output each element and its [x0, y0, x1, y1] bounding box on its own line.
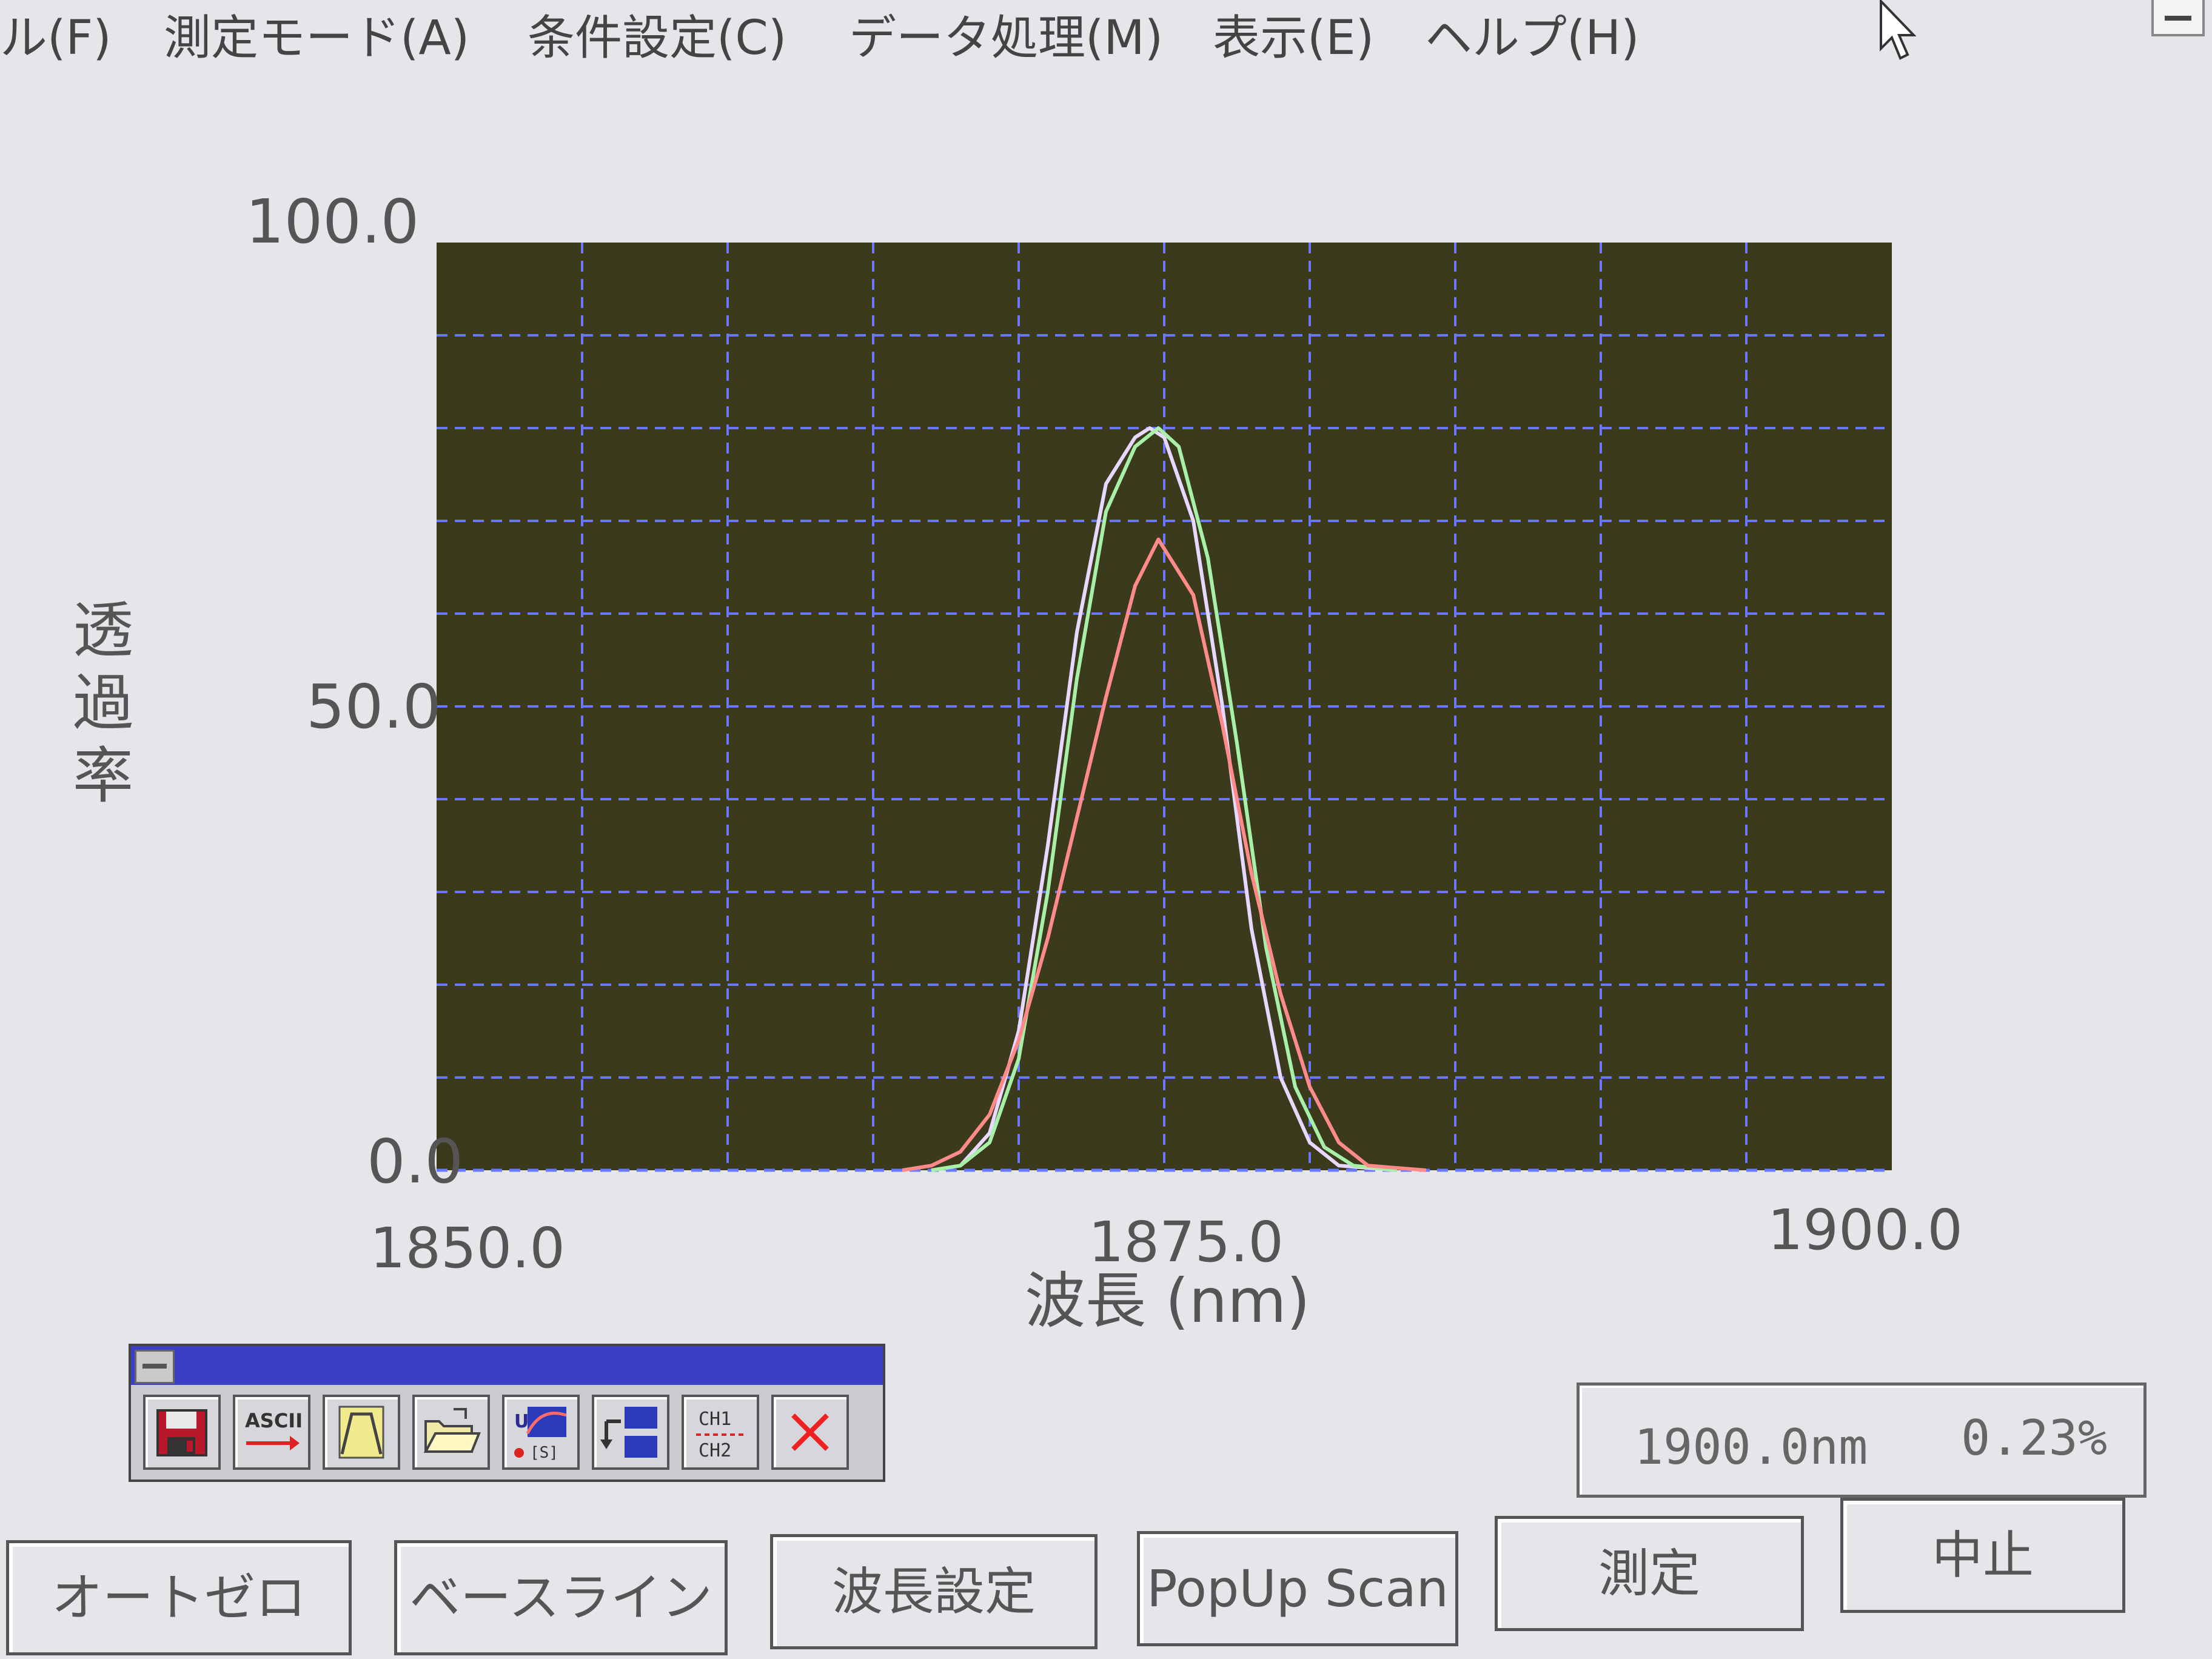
open-folder-icon — [423, 1408, 481, 1453]
menu-measure-mode[interactable]: 測定モード(A) — [164, 0, 469, 68]
series-line-3 — [902, 537, 1427, 1172]
y-tick-label-0: 0.0 — [367, 1126, 463, 1197]
svg-text:U: U — [514, 1411, 529, 1432]
wavelength-setting-button[interactable]: 波長設定 — [770, 1534, 1098, 1649]
autozero-button[interactable]: オートゼロ — [6, 1540, 352, 1655]
y-axis-label: 透過率 — [67, 594, 139, 813]
channel-swap-icon — [600, 1407, 657, 1458]
menu-conditions[interactable]: 条件設定(C) — [528, 0, 786, 68]
y-tick-label-50: 50.0 — [306, 671, 441, 742]
toolbar-window-titlebar[interactable] — [131, 1346, 883, 1385]
ch2-label: CH2 — [699, 1440, 731, 1461]
minimize-button[interactable] — [2151, 0, 2205, 36]
ascii-label: ASCII — [245, 1409, 302, 1432]
toolbar-system-menu-button[interactable] — [135, 1350, 175, 1384]
x-tick-label-1850: 1850.0 — [370, 1216, 565, 1281]
spectrum-button[interactable]: U [S] — [502, 1395, 580, 1470]
status-transmittance: 0.23% — [1961, 1410, 2107, 1466]
menu-file[interactable]: ル(F) — [0, 0, 112, 68]
menu-help[interactable]: ヘルプ(H) — [1425, 0, 1640, 68]
plot-area — [437, 243, 1892, 1170]
ascii-export-icon: ASCII — [245, 1409, 302, 1450]
y-axis-label-text: 透過率 — [73, 595, 133, 811]
spectrum-label: [S] — [530, 1444, 558, 1461]
save-icon — [156, 1409, 207, 1456]
clear-button[interactable] — [771, 1395, 849, 1470]
mouse-cursor-icon — [1880, 0, 1916, 60]
channel-toggle-icon: CH1 CH2 — [696, 1409, 745, 1461]
x-tick-label-1875: 1875.0 — [1088, 1210, 1284, 1275]
spectrum-icon: U [S] — [514, 1407, 567, 1461]
series-line-2 — [931, 426, 1398, 1172]
stop-button[interactable]: 中止 — [1840, 1498, 2125, 1613]
grid-horizontal — [437, 334, 1892, 1172]
close-icon — [791, 1413, 829, 1451]
channel-toggle-button[interactable]: CH1 CH2 — [682, 1395, 759, 1470]
toolbar-window: ASCII U [S] CH1 CH2 — [129, 1344, 885, 1482]
open-file-button[interactable] — [412, 1395, 490, 1470]
channel-swap-button[interactable] — [592, 1395, 669, 1470]
ascii-export-button[interactable]: ASCII — [233, 1395, 310, 1470]
popup-scan-button[interactable]: PopUp Scan — [1137, 1531, 1458, 1646]
status-wavelength: 1900.0nm — [1634, 1419, 1868, 1475]
menu-data-processing[interactable]: データ処理(M) — [849, 0, 1163, 68]
series-group — [902, 426, 1427, 1172]
ch1-label: CH1 — [699, 1409, 731, 1430]
measure-button[interactable]: 測定 — [1495, 1516, 1804, 1631]
peak-icon — [338, 1406, 384, 1459]
baseline-button[interactable]: ベースライン — [394, 1540, 728, 1655]
menu-bar: ル(F) 測定モード(A) 条件設定(C) データ処理(M) 表示(E) ヘルプ… — [0, 0, 2212, 79]
y-tick-label-100: 100.0 — [246, 186, 419, 257]
peak-button[interactable] — [323, 1395, 400, 1470]
save-button[interactable] — [143, 1395, 221, 1470]
grid-vertical — [581, 243, 1748, 1170]
x-axis-label: 波長 (nm) — [1025, 1265, 1310, 1336]
series-line-1 — [931, 426, 1398, 1172]
x-tick-label-1900: 1900.0 — [1768, 1198, 1963, 1262]
status-readout: 1900.0nm 0.23% — [1577, 1382, 2147, 1498]
menu-view[interactable]: 表示(E) — [1213, 0, 1374, 68]
